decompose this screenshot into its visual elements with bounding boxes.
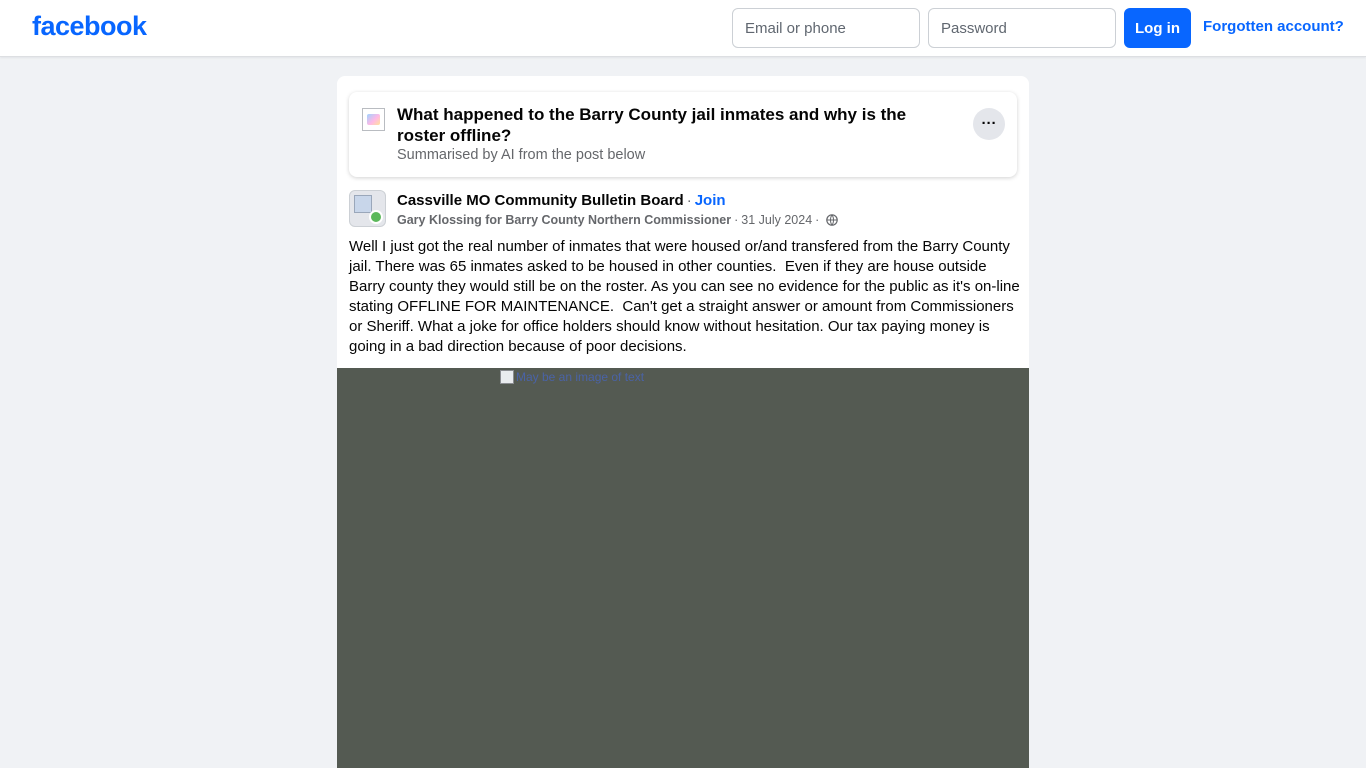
group-header: Cassville MO Community Bulletin Board · Jo… [397, 192, 726, 209]
more-dots-icon: ··· [981, 115, 997, 132]
forgotten-account-link[interactable]: Forgotten account? [1203, 18, 1344, 35]
post-image[interactable]: May be an image of text [337, 368, 1029, 768]
password-input[interactable] [928, 8, 1116, 48]
globe-icon [826, 214, 839, 226]
post-meta: Gary Klossing for Barry County Northern … [397, 213, 839, 227]
post-date[interactable]: 31 July 2024 [741, 213, 812, 227]
ai-summary-thumbnail-icon [362, 108, 385, 131]
broken-image-placeholder: May be an image of text [500, 370, 644, 384]
post-body: Well I just got the real number of inmat… [349, 238, 1024, 355]
join-link[interactable]: Join [695, 192, 726, 209]
facebook-logo[interactable]: facebook [32, 11, 147, 42]
post-author[interactable]: Gary Klossing for Barry County Northern … [397, 213, 731, 227]
login-button[interactable]: Log in [1124, 8, 1191, 48]
group-name[interactable]: Cassville MO Community Bulletin Board [397, 192, 684, 209]
broken-image-icon [500, 370, 514, 384]
ai-summary-title: What happened to the Barry County jail i… [397, 105, 907, 145]
image-alt-text: May be an image of text [516, 370, 645, 384]
group-avatar[interactable] [349, 190, 386, 227]
post-card: What happened to the Barry County jail i… [337, 76, 1029, 768]
more-options-button[interactable]: ··· [973, 108, 1005, 140]
separator: · [686, 192, 692, 209]
ai-summary-subtitle: Summarised by AI from the post below [397, 147, 646, 163]
ai-summary-box: What happened to the Barry County jail i… [349, 92, 1017, 177]
email-input[interactable] [732, 8, 920, 48]
top-bar: facebook Log in Forgotten account? [0, 0, 1366, 57]
